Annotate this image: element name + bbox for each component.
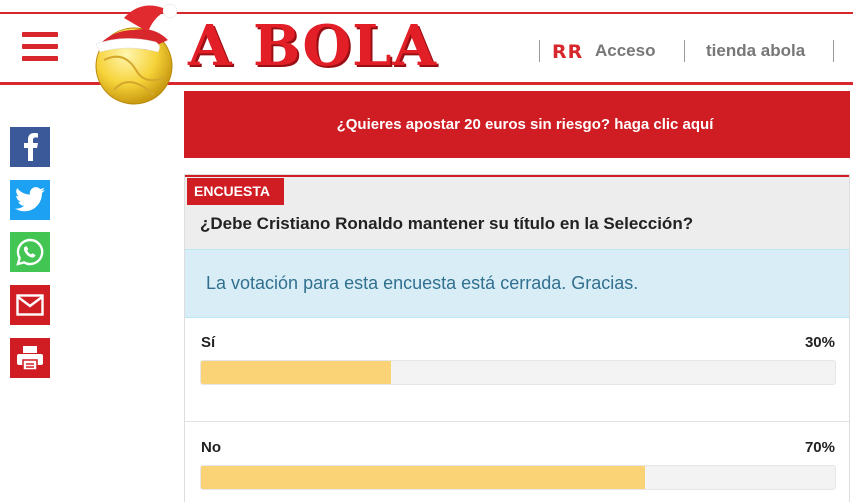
poll-option: No 70% — [185, 423, 849, 502]
twitter-share-button[interactable] — [10, 180, 50, 220]
tienda-abola-link[interactable]: tienda abola — [706, 40, 805, 62]
poll-header: ENCUESTA ¿Debe Cristiano Ronaldo mantene… — [185, 175, 849, 249]
nav-separator — [684, 40, 685, 62]
poll-result-bar — [200, 465, 836, 490]
site-header: A BOLA RR Acceso tienda abola — [0, 0, 853, 105]
poll-result-fill — [201, 361, 392, 384]
nav-separator — [539, 40, 540, 62]
poll-option-percent: 30% — [804, 334, 835, 351]
facebook-icon — [24, 133, 38, 161]
poll-badge: ENCUESTA — [187, 178, 284, 205]
logo-wordmark: A BOLA — [188, 13, 437, 79]
whatsapp-share-button[interactable] — [10, 232, 50, 272]
print-icon — [17, 346, 43, 371]
poll-notice-text: La votación para esta encuesta está cerr… — [206, 273, 639, 293]
whatsapp-icon — [16, 238, 44, 266]
promo-banner[interactable]: ¿Quieres apostar 20 euros sin riesgo? ha… — [184, 91, 850, 158]
poll-result-fill — [201, 466, 645, 489]
nav-separator — [833, 40, 834, 62]
print-share-button[interactable] — [10, 338, 50, 378]
facebook-share-button[interactable] — [10, 127, 50, 167]
poll-option-label: Sí — [201, 334, 216, 351]
rr-badge[interactable]: RR — [552, 41, 583, 63]
poll-question: ¿Debe Cristiano Ronaldo mantener su títu… — [200, 214, 694, 233]
promo-text[interactable]: ¿Quieres apostar 20 euros sin riesgo? ha… — [337, 116, 714, 133]
email-share-button[interactable] — [10, 285, 50, 325]
acceso-link[interactable]: Acceso — [595, 40, 655, 62]
poll-option: Sí 30% — [185, 318, 849, 422]
poll-option-label: No — [201, 439, 221, 456]
poll-closed-notice: La votación para esta encuesta está cerr… — [185, 249, 849, 318]
poll-option-percent: 70% — [804, 439, 835, 456]
email-icon — [16, 294, 44, 316]
poll-widget: ENCUESTA ¿Debe Cristiano Ronaldo mantene… — [184, 174, 850, 502]
twitter-icon — [15, 187, 45, 212]
hamburger-menu-button[interactable] — [22, 32, 60, 64]
poll-result-bar — [200, 360, 836, 385]
